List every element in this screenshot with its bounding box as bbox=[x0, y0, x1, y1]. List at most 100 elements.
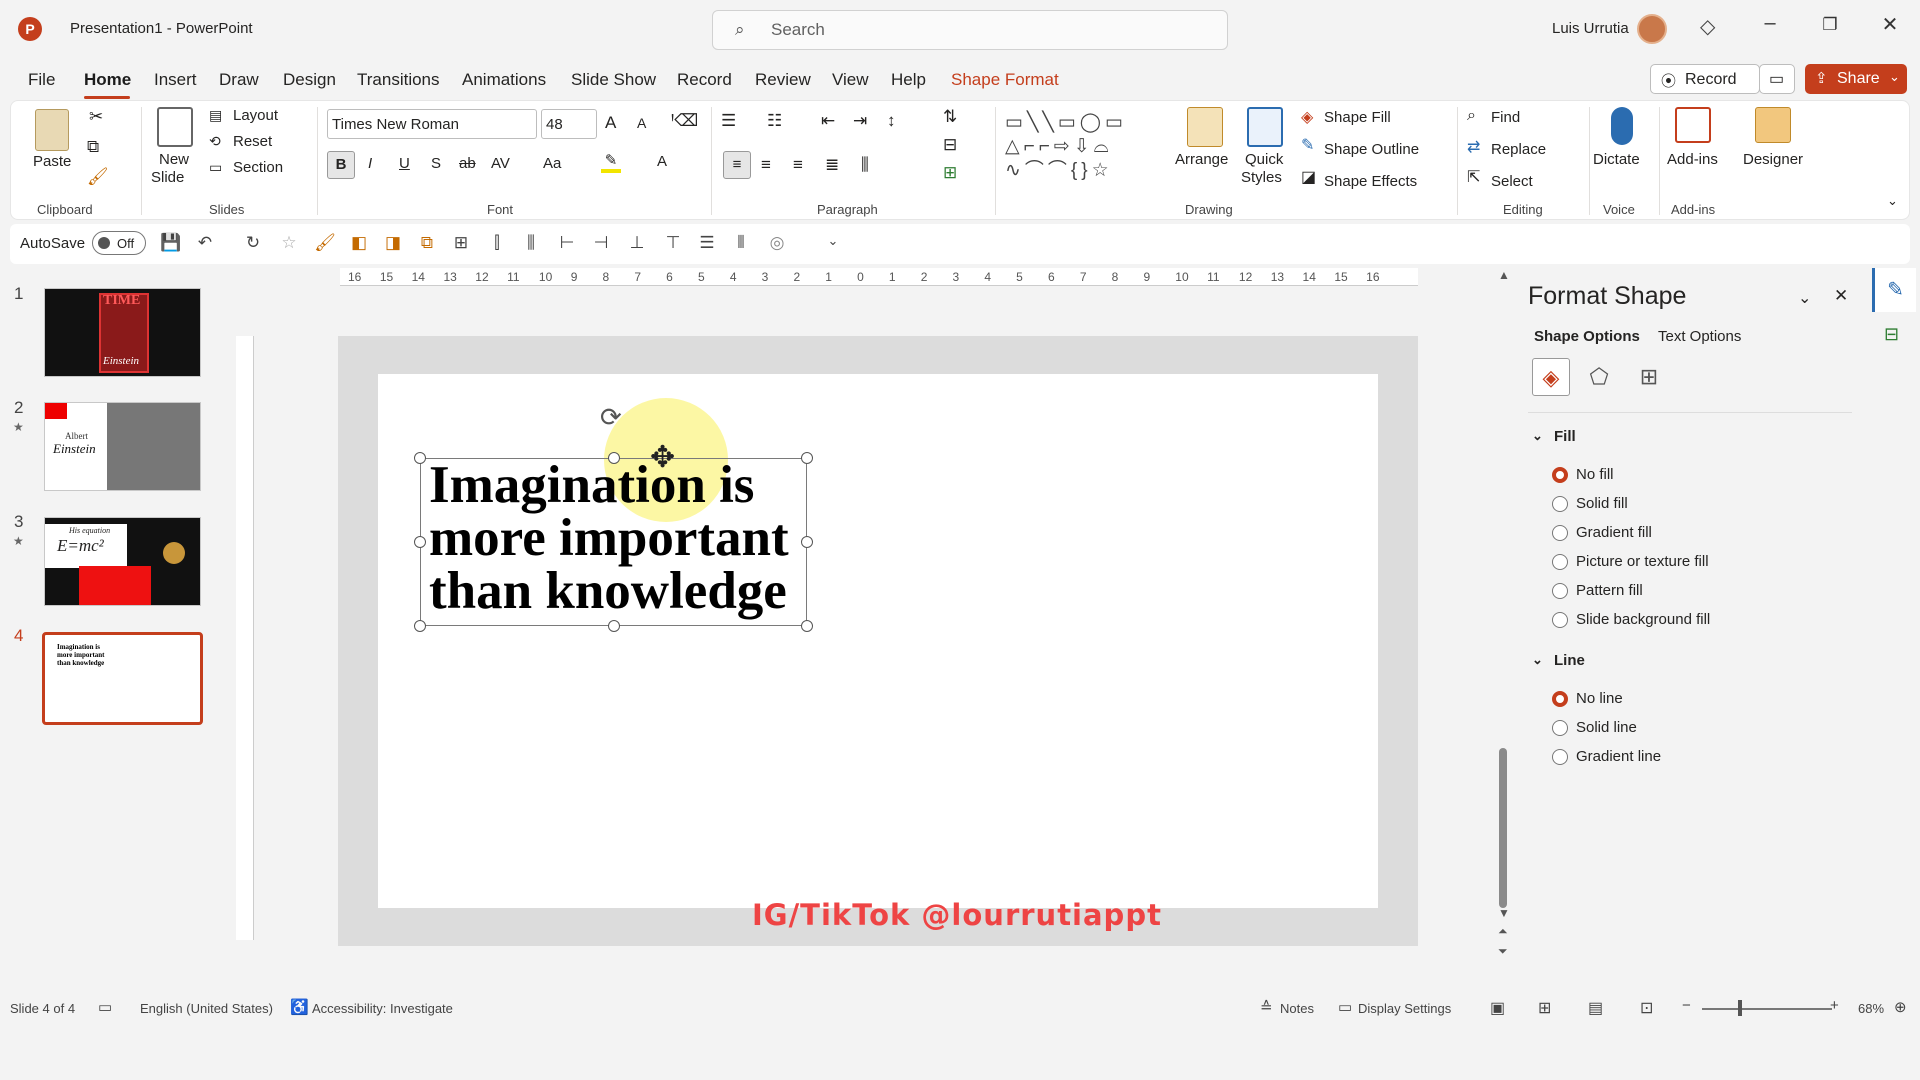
resize-handle[interactable] bbox=[608, 452, 620, 464]
close-pane-icon[interactable]: ✕ bbox=[1834, 286, 1848, 306]
shape-fill-button[interactable]: Shape Fill bbox=[1324, 109, 1391, 126]
selected-text-box[interactable]: Imagination is more important than knowl… bbox=[414, 452, 813, 632]
slide[interactable] bbox=[378, 374, 1378, 908]
merge-shapes-icon[interactable]: ◎ bbox=[766, 233, 788, 255]
resize-handle[interactable] bbox=[801, 536, 813, 548]
user-name[interactable]: Luis Urrutia bbox=[1552, 20, 1629, 37]
slide-thumbnail-3[interactable]: His equation E=mc² bbox=[44, 517, 201, 606]
zoom-level[interactable]: 68% bbox=[1858, 1001, 1884, 1016]
slide-quote-text[interactable]: Imagination is more important than knowl… bbox=[429, 459, 789, 618]
paste-button[interactable]: Paste bbox=[33, 153, 71, 170]
align-right-icon[interactable]: ≡ bbox=[793, 155, 803, 175]
character-spacing-button[interactable]: AV bbox=[491, 155, 510, 172]
avatar[interactable] bbox=[1637, 14, 1667, 44]
arrange-button[interactable]: Arrange bbox=[1175, 151, 1228, 168]
align-top-icon[interactable]: ⊤ bbox=[662, 233, 684, 255]
new-slide-label-1[interactable]: New bbox=[159, 151, 189, 168]
slide-thumbnail-1[interactable]: TIME Einstein bbox=[44, 288, 201, 377]
tab-review[interactable]: Review bbox=[755, 70, 811, 90]
tab-text-options[interactable]: Text Options bbox=[1658, 328, 1741, 345]
microphone-icon[interactable] bbox=[1611, 107, 1633, 145]
text-direction-icon[interactable]: ⇅ bbox=[943, 107, 957, 127]
tab-record[interactable]: Record bbox=[677, 70, 732, 90]
new-slide-label-2[interactable]: Slide bbox=[151, 169, 184, 186]
font-color-button[interactable]: A bbox=[657, 153, 667, 170]
animation-pane-icon[interactable]: ⊟ bbox=[1884, 324, 1899, 345]
effects-pentagon-icon[interactable]: ⬠ bbox=[1580, 358, 1618, 396]
shadow-button[interactable]: S bbox=[431, 155, 441, 172]
highlight-icon[interactable]: ✎ bbox=[601, 151, 621, 173]
record-button[interactable]: ⦿ Record bbox=[1650, 64, 1760, 94]
select-button[interactable]: Select bbox=[1491, 173, 1533, 190]
reading-view-icon[interactable]: ▤ bbox=[1588, 998, 1603, 1018]
distribute-horizontal-icon[interactable]: ⦀ bbox=[730, 233, 752, 255]
tab-file[interactable]: File bbox=[28, 70, 55, 90]
radio-button[interactable] bbox=[1552, 583, 1568, 599]
increase-indent-icon[interactable]: ⇥ bbox=[853, 111, 867, 131]
zoom-slider[interactable] bbox=[1702, 1008, 1832, 1010]
justify-icon[interactable]: ≣ bbox=[825, 155, 839, 175]
add-ins-button[interactable]: Add-ins bbox=[1667, 151, 1718, 168]
columns-icon[interactable]: ⫼ bbox=[861, 155, 869, 175]
designer-button[interactable]: Designer bbox=[1743, 151, 1803, 168]
size-properties-icon[interactable]: ⊞ bbox=[1630, 358, 1668, 396]
tab-shape-options[interactable]: Shape Options bbox=[1534, 328, 1640, 345]
comments-button[interactable]: ▭ bbox=[1759, 64, 1795, 94]
customize-qat-icon[interactable]: ⌄ bbox=[822, 233, 844, 255]
distribute-vertical-icon[interactable]: ☰ bbox=[696, 233, 718, 255]
align-center-icon[interactable]: ≡ bbox=[761, 155, 771, 175]
find-button[interactable]: Find bbox=[1491, 109, 1520, 126]
rotate-handle-icon[interactable]: ⟳ bbox=[600, 402, 622, 433]
ribbon-collapse-chevron-icon[interactable]: ⌄ bbox=[1887, 193, 1898, 209]
replace-button[interactable]: Replace bbox=[1491, 141, 1546, 158]
close-icon[interactable]: ✕ bbox=[1870, 12, 1910, 37]
radio-button[interactable] bbox=[1552, 691, 1568, 707]
numbering-icon[interactable]: ☷ bbox=[767, 111, 782, 131]
format-painter-icon[interactable]: 🖌 bbox=[87, 167, 109, 187]
tab-shape-format[interactable]: Shape Format bbox=[951, 70, 1059, 90]
italic-button[interactable]: I bbox=[368, 155, 372, 172]
arrange-icon[interactable] bbox=[1187, 107, 1223, 147]
slide-thumbnail-4[interactable]: Imagination is more important than knowl… bbox=[42, 632, 203, 725]
fill-line-icon[interactable]: ◈ bbox=[1532, 358, 1570, 396]
align-bottom-icon[interactable]: ⊥ bbox=[626, 233, 648, 255]
normal-view-icon[interactable]: ▣ bbox=[1490, 998, 1505, 1018]
font-size-select[interactable]: 48 bbox=[541, 109, 597, 139]
format-shape-pane-icon[interactable]: ✎ bbox=[1872, 268, 1916, 312]
scrollbar-thumb[interactable] bbox=[1499, 748, 1507, 908]
layout-button[interactable]: Layout bbox=[233, 107, 278, 124]
vertical-scrollbar[interactable]: ▲ ▼ ⏶ ⏷ bbox=[1498, 268, 1510, 968]
align-text-icon[interactable]: ⊟ bbox=[943, 135, 957, 155]
radio-button[interactable] bbox=[1552, 525, 1568, 541]
strikethrough-button[interactable]: ab bbox=[459, 155, 476, 172]
premium-diamond-icon[interactable]: ◇ bbox=[1700, 14, 1715, 39]
quick-styles-icon[interactable] bbox=[1247, 107, 1283, 147]
resize-handle[interactable] bbox=[801, 452, 813, 464]
slide-counter[interactable]: Slide 4 of 4 bbox=[10, 1001, 75, 1016]
spell-check-icon[interactable]: ▭ bbox=[98, 998, 112, 1016]
zoom-slider-thumb[interactable] bbox=[1738, 1000, 1742, 1016]
shapes-gallery[interactable]: ▭╲╲▭◯▭ △⌐⌐⇨⇩⌓ ∿⌒⌒{}☆ bbox=[1005, 111, 1157, 191]
radio-button[interactable] bbox=[1552, 496, 1568, 512]
bring-forward-icon[interactable]: ◧ bbox=[348, 233, 370, 255]
resize-handle[interactable] bbox=[801, 620, 813, 632]
radio-button[interactable] bbox=[1552, 612, 1568, 628]
radio-button[interactable] bbox=[1552, 554, 1568, 570]
align-middle-icon[interactable]: ⫼ bbox=[520, 233, 542, 255]
display-settings-button[interactable]: Display Settings bbox=[1358, 1001, 1451, 1016]
designer-icon[interactable] bbox=[1755, 107, 1791, 143]
clear-formatting-icon[interactable]: Ꞌ⌫ bbox=[671, 111, 698, 131]
resize-handle[interactable] bbox=[414, 536, 426, 548]
smartart-icon[interactable]: ⊞ bbox=[943, 163, 957, 183]
minimize-icon[interactable]: – bbox=[1750, 12, 1790, 35]
cut-icon[interactable]: ✂ bbox=[89, 107, 103, 127]
send-backward-icon[interactable]: ◨ bbox=[382, 233, 404, 255]
restore-icon[interactable]: ❐ bbox=[1810, 15, 1850, 35]
share-button[interactable]: ⇪ Share ⌄ bbox=[1805, 64, 1907, 94]
scroll-up-icon[interactable]: ▲ bbox=[1498, 268, 1510, 282]
copy-icon[interactable]: ⧉ bbox=[87, 137, 99, 157]
resize-handle[interactable] bbox=[414, 620, 426, 632]
align-left-icon[interactable]: ≡ bbox=[723, 151, 751, 179]
align-left-icon[interactable]: ⊢ bbox=[556, 233, 578, 255]
grow-font-button[interactable]: A bbox=[605, 113, 616, 133]
